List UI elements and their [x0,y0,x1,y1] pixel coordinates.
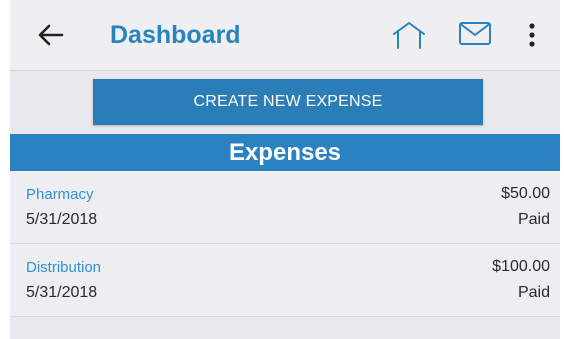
expense-date: 5/31/2018 [26,284,98,301]
app-bar: Dashboard [10,0,560,71]
expense-row[interactable]: Pharmacy 5/31/2018 $50.00 Paid [10,171,560,244]
page-title: Dashboard [110,21,241,49]
expense-status: Paid [517,284,550,301]
expense-list: Pharmacy 5/31/2018 $50.00 Paid Distribut… [10,171,560,317]
create-new-expense-button[interactable]: CREATE NEW EXPENSE [93,79,483,125]
expenses-section-header: Expenses [10,134,560,171]
home-icon[interactable] [391,20,427,50]
app-screen: Dashboard CREATE NEW EXPENSE Expenses Ph… [10,0,560,339]
expense-name[interactable]: Pharmacy [26,186,94,203]
more-vert-icon[interactable] [526,18,538,52]
expense-amount: $100.00 [492,258,550,275]
expense-date: 5/31/2018 [26,211,98,228]
envelope-icon[interactable] [458,21,492,47]
expense-status: Paid [517,211,550,228]
expense-row[interactable]: Distribution 5/31/2018 $100.00 Paid [10,244,560,317]
expense-amount: $50.00 [501,185,550,202]
back-arrow-icon[interactable] [36,20,66,50]
expense-name[interactable]: Distribution [26,259,101,276]
